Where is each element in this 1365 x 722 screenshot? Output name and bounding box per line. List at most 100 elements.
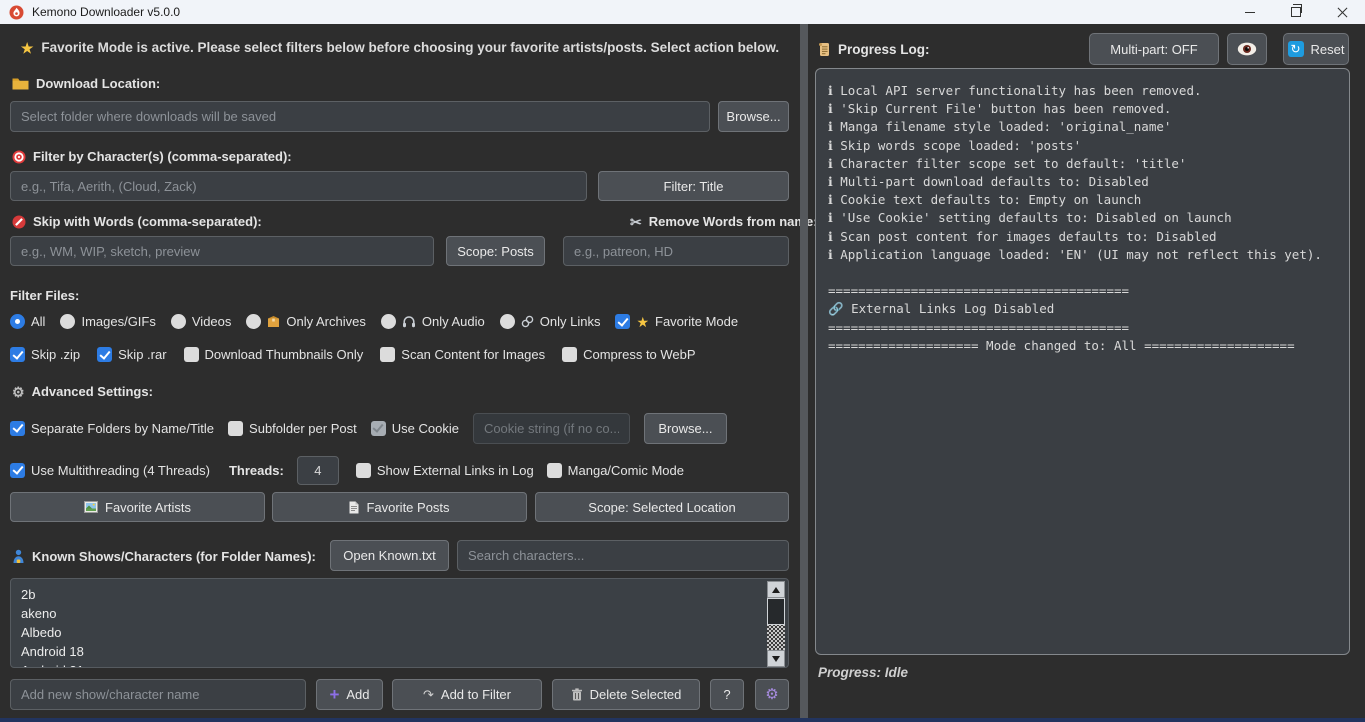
cookie-string-input[interactable] — [473, 413, 630, 444]
headphones-icon — [402, 315, 416, 328]
character-list-item[interactable]: Android 21 — [11, 661, 788, 668]
character-list-item[interactable]: Albedo — [11, 623, 788, 642]
threads-input[interactable] — [297, 456, 339, 485]
character-filter-label: Filter by Character(s) (comma-separated)… — [12, 149, 292, 164]
scroll-down-button[interactable] — [767, 650, 785, 667]
log-line: ℹ 'Use Cookie' setting defaults to: Disa… — [828, 209, 1337, 227]
download-thumbnails-checkbox[interactable]: Download Thumbnails Only — [184, 347, 364, 362]
radio-icon — [500, 314, 515, 329]
favorite-posts-label: Favorite Posts — [366, 500, 449, 515]
star-icon: ★ — [21, 41, 34, 55]
favorite-mode-checkbox[interactable]: ★ Favorite Mode — [615, 314, 738, 329]
radio-archives-label: Only Archives — [286, 314, 365, 329]
add-character-input[interactable] — [10, 679, 306, 710]
compress-webp-checkbox[interactable]: Compress to WebP — [562, 347, 695, 362]
radio-only-audio[interactable]: Only Audio — [381, 314, 485, 329]
skip-scope-button[interactable]: Scope: Posts — [446, 236, 545, 266]
progress-log-area[interactable]: ℹ Local API server functionality has bee… — [815, 68, 1350, 655]
skip-rar-label: Skip .rar — [118, 347, 166, 362]
log-line: ℹ Character filter scope set to default:… — [828, 155, 1337, 173]
add-to-filter-button[interactable]: ↷ Add to Filter — [392, 679, 542, 710]
separate-folders-label: Separate Folders by Name/Title — [31, 421, 214, 436]
subfolder-per-post-label: Subfolder per Post — [249, 421, 357, 436]
download-location-input[interactable] — [10, 101, 710, 132]
radio-icon — [10, 314, 25, 329]
add-button-label: Add — [346, 687, 369, 702]
advanced-row-1: Separate Folders by Name/Title Subfolder… — [10, 412, 727, 444]
package-icon — [267, 315, 280, 328]
character-search-input[interactable] — [457, 540, 789, 571]
subfolder-per-post-checkbox[interactable]: Subfolder per Post — [228, 421, 357, 436]
open-known-txt-button[interactable]: Open Known.txt — [330, 540, 449, 571]
maximize-button[interactable] — [1273, 0, 1319, 24]
radio-only-archives[interactable]: Only Archives — [246, 314, 365, 329]
skip-rar-checkbox[interactable]: Skip .rar — [97, 347, 166, 362]
radio-only-links[interactable]: Only Links — [500, 314, 601, 329]
scan-content-checkbox[interactable]: Scan Content for Images — [380, 347, 545, 362]
help-button[interactable]: ? — [710, 679, 744, 710]
known-characters-label: Known Shows/Characters (for Folder Names… — [12, 549, 316, 564]
log-line: ======================================== — [828, 282, 1337, 300]
progress-log-label: Progress Log: — [818, 42, 930, 57]
log-line: ℹ Scan post content for images defaults … — [828, 228, 1337, 246]
add-button[interactable]: + Add — [316, 679, 383, 710]
scrollbar-track[interactable] — [767, 598, 785, 650]
skip-words-label-text: Skip with Words (comma-separated): — [33, 214, 262, 229]
character-list-item[interactable]: Android 18 — [11, 642, 788, 661]
use-cookie-label: Use Cookie — [392, 421, 459, 436]
radio-icon — [381, 314, 396, 329]
eye-toggle-button[interactable] — [1227, 33, 1267, 65]
trash-icon — [571, 688, 583, 701]
minimize-button[interactable] — [1227, 0, 1273, 24]
radio-images-gifs[interactable]: Images/GIFs — [60, 314, 155, 329]
character-filter-input[interactable] — [10, 171, 587, 201]
cookie-browse-button[interactable]: Browse... — [644, 413, 727, 444]
panel-splitter[interactable] — [800, 24, 808, 718]
character-filter-label-text: Filter by Character(s) (comma-separated)… — [33, 149, 292, 164]
checkbox-icon — [184, 347, 199, 362]
gear-icon: ⚙ — [765, 687, 778, 702]
skip-words-input[interactable] — [10, 236, 434, 266]
filter-scope-button[interactable]: Filter: Title — [598, 171, 789, 201]
reset-button[interactable]: ↻ Reset — [1283, 33, 1349, 65]
multithreading-label: Use Multithreading (4 Threads) — [31, 463, 210, 478]
favorite-mode-banner-text: Favorite Mode is active. Please select f… — [41, 40, 779, 55]
radio-videos[interactable]: Videos — [171, 314, 232, 329]
remove-words-input[interactable] — [563, 236, 789, 266]
manga-mode-checkbox[interactable]: Manga/Comic Mode — [547, 463, 684, 478]
scissors-icon: ✂ — [630, 215, 642, 229]
eye-icon — [1237, 42, 1257, 56]
log-line: ℹ Multi-part download defaults to: Disab… — [828, 173, 1337, 191]
settings-button[interactable]: ⚙ — [755, 679, 789, 710]
list-scrollbar[interactable] — [767, 581, 785, 667]
close-button[interactable] — [1319, 0, 1365, 24]
target-icon — [12, 150, 26, 164]
checkbox-icon — [547, 463, 562, 478]
character-list-item[interactable]: akeno — [11, 604, 788, 623]
separate-folders-checkbox[interactable]: Separate Folders by Name/Title — [10, 421, 214, 436]
checkbox-icon — [562, 347, 577, 362]
multithreading-checkbox[interactable]: Use Multithreading (4 Threads) — [10, 463, 210, 478]
skip-zip-checkbox[interactable]: Skip .zip — [10, 347, 80, 362]
favorite-scope-button[interactable]: Scope: Selected Location — [535, 492, 789, 522]
character-icon — [12, 549, 25, 564]
multipart-toggle-button[interactable]: Multi-part: OFF — [1089, 33, 1219, 65]
show-external-links-checkbox[interactable]: Show External Links in Log — [356, 463, 534, 478]
scroll-up-button[interactable] — [767, 581, 785, 598]
favorite-artists-button[interactable]: Favorite Artists — [10, 492, 265, 522]
log-line: ℹ Cookie text defaults to: Empty on laun… — [828, 191, 1337, 209]
close-icon — [1337, 7, 1348, 18]
log-line: ℹ Manga filename style loaded: 'original… — [828, 118, 1337, 136]
download-browse-button[interactable]: Browse... — [718, 101, 789, 132]
scrollbar-thumb[interactable] — [767, 598, 785, 625]
known-characters-label-text: Known Shows/Characters (for Folder Names… — [32, 549, 316, 564]
advanced-settings-label-text: Advanced Settings: — [32, 384, 153, 399]
radio-all[interactable]: All — [10, 314, 45, 329]
remove-words-label-text: Remove Words from name: — [649, 214, 818, 229]
checkbox-icon — [615, 314, 630, 329]
character-list-item[interactable]: 2b — [11, 585, 788, 604]
known-characters-list[interactable]: 2b akeno Albedo Android 18 Android 21 — [10, 578, 789, 668]
use-cookie-checkbox[interactable]: Use Cookie — [371, 421, 459, 436]
favorite-posts-button[interactable]: Favorite Posts — [272, 492, 527, 522]
delete-selected-button[interactable]: Delete Selected — [552, 679, 700, 710]
